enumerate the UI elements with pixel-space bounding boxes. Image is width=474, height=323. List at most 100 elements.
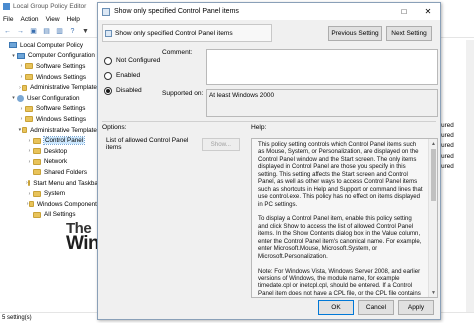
tree-item-label: Software Settings xyxy=(36,62,86,70)
tree-item[interactable]: › Control Panel xyxy=(0,135,100,146)
expand-chevron-icon[interactable]: ▾ xyxy=(10,95,17,101)
folder-icon xyxy=(27,180,31,187)
state-radio-group: Not Configured Enabled Disabled xyxy=(104,53,160,98)
show-tree-icon[interactable]: ▤ xyxy=(42,27,51,36)
options-panel: List of allowed Control Panel items Show… xyxy=(102,128,248,292)
tree-item-label: Windows Components xyxy=(37,200,100,208)
previous-setting-button[interactable]: Previous Setting xyxy=(328,25,382,41)
folder-icon xyxy=(25,116,33,123)
policy-setting-dialog: Show only specified Control Panel items … xyxy=(97,2,441,320)
forward-arrow-icon[interactable]: → xyxy=(16,27,25,36)
next-setting-button[interactable]: Next Setting xyxy=(386,25,432,41)
expand-chevron-icon[interactable]: › xyxy=(26,148,33,154)
comment-label: Comment: xyxy=(162,49,193,56)
tree-item[interactable]: › Software Settings xyxy=(0,61,100,72)
folder-icon xyxy=(33,158,41,165)
help-text: This policy setting controls which Contr… xyxy=(258,141,423,297)
tree-item-label: Local Computer Policy xyxy=(20,41,83,49)
tree-item-label: Computer Configuration xyxy=(28,52,95,60)
allowed-items-label: List of allowed Control Panel items xyxy=(106,137,189,151)
scroll-down-icon[interactable]: ▼ xyxy=(429,288,437,297)
tree-item-label: Start Menu and Taskbar xyxy=(33,179,100,187)
menu-file[interactable]: File xyxy=(3,16,13,23)
tree-item-label: Windows Settings xyxy=(36,73,87,81)
tree-item[interactable]: Shared Folders xyxy=(0,167,100,178)
cancel-button[interactable]: Cancel xyxy=(358,300,394,315)
help-icon[interactable]: ? xyxy=(68,27,77,36)
radio-enabled[interactable]: Enabled xyxy=(104,68,160,83)
filter-icon[interactable]: ▼ xyxy=(81,27,90,36)
tree-item-label: All Settings xyxy=(44,211,76,219)
expand-chevron-icon[interactable]: › xyxy=(26,159,33,165)
folder-icon xyxy=(25,105,33,112)
tree-item-label: Administrative Templates xyxy=(30,84,100,92)
expand-chevron-icon[interactable]: › xyxy=(26,138,33,144)
radio-not-configured[interactable]: Not Configured xyxy=(104,53,160,68)
pc-icon xyxy=(17,52,25,59)
tree-item[interactable]: › Administrative Templates xyxy=(0,82,100,93)
tree-item[interactable]: › Windows Settings xyxy=(0,72,100,83)
tree-item[interactable]: ▾ Computer Configuration xyxy=(0,51,100,62)
up-folder-icon[interactable]: ▣ xyxy=(29,27,38,36)
radio-label: Disabled xyxy=(116,87,142,94)
tree-item[interactable]: › Start Menu and Taskbar xyxy=(0,178,100,189)
radio-button[interactable] xyxy=(104,56,112,65)
scroll-thumb[interactable] xyxy=(431,149,436,201)
tree-item-label: Desktop xyxy=(44,147,68,155)
tree-item[interactable]: › Network xyxy=(0,157,100,168)
radio-disabled[interactable]: Disabled xyxy=(104,83,160,98)
tree-item[interactable]: › Windows Components xyxy=(0,199,100,210)
radio-label: Enabled xyxy=(116,72,141,79)
editor-app-icon xyxy=(3,3,10,10)
tree-item-label: Shared Folders xyxy=(44,168,88,176)
supported-on-label: Supported on: xyxy=(162,90,204,97)
dialog-header-row: Show only specified Control Panel items … xyxy=(102,24,436,42)
back-arrow-icon[interactable]: ← xyxy=(3,27,12,36)
expand-chevron-icon[interactable]: ▾ xyxy=(10,53,17,59)
setting-name: Show only specified Control Panel items xyxy=(115,29,233,37)
comment-field[interactable] xyxy=(206,49,438,85)
supported-on-field: At least Windows 2000 xyxy=(206,89,438,117)
tree-item-label: Administrative Templates xyxy=(30,126,100,134)
help-scrollbar[interactable]: ▲ ▼ xyxy=(428,139,437,297)
help-label: Help: xyxy=(251,124,267,131)
folder-icon xyxy=(29,201,34,208)
close-icon[interactable]: ✕ xyxy=(416,3,440,20)
export-icon[interactable]: ▥ xyxy=(55,27,64,36)
radio-button-selected[interactable] xyxy=(104,86,112,95)
tree-item[interactable]: All Settings xyxy=(0,210,100,221)
show-button[interactable]: Show... xyxy=(201,137,240,151)
folder-icon xyxy=(21,84,28,91)
expand-chevron-icon[interactable]: › xyxy=(18,116,25,122)
folder-icon xyxy=(25,74,33,81)
pc-icon xyxy=(9,42,17,49)
radio-button[interactable] xyxy=(104,71,112,80)
editor-scrollbar[interactable] xyxy=(466,40,474,312)
tree-item[interactable]: › System xyxy=(0,188,100,199)
help-paragraph: This policy setting controls which Contr… xyxy=(258,141,423,208)
tree-item-label: System xyxy=(44,190,65,198)
menu-help[interactable]: Help xyxy=(67,16,80,23)
tree-item[interactable]: › Software Settings xyxy=(0,104,100,115)
apply-button[interactable]: Apply xyxy=(398,300,434,315)
menu-action[interactable]: Action xyxy=(20,16,38,23)
dialog-title: Show only specified Control Panel items xyxy=(114,8,239,15)
tree-item-label: Network xyxy=(44,158,68,166)
tree-item[interactable]: ▾ User Configuration xyxy=(0,93,100,104)
tree-item-label: Control Panel xyxy=(42,136,86,146)
tree-item[interactable]: › Windows Settings xyxy=(0,114,100,125)
expand-chevron-icon[interactable]: › xyxy=(18,106,25,112)
ok-button[interactable]: OK xyxy=(318,300,354,315)
radio-label: Not Configured xyxy=(116,57,161,64)
tree-item[interactable]: Local Computer Policy xyxy=(0,40,100,51)
tree-item[interactable]: ▾ Administrative Templates xyxy=(0,125,100,136)
scroll-up-icon[interactable]: ▲ xyxy=(429,139,437,148)
tree-item[interactable]: › Desktop xyxy=(0,146,100,157)
help-panel: This policy setting controls which Contr… xyxy=(251,138,438,298)
expand-chevron-icon[interactable]: › xyxy=(26,191,33,197)
policy-small-icon xyxy=(105,29,112,37)
expand-chevron-icon[interactable]: › xyxy=(18,74,25,80)
menu-view[interactable]: View xyxy=(46,16,60,23)
maximize-icon[interactable]: □ xyxy=(392,3,416,20)
expand-chevron-icon[interactable]: › xyxy=(18,63,25,69)
